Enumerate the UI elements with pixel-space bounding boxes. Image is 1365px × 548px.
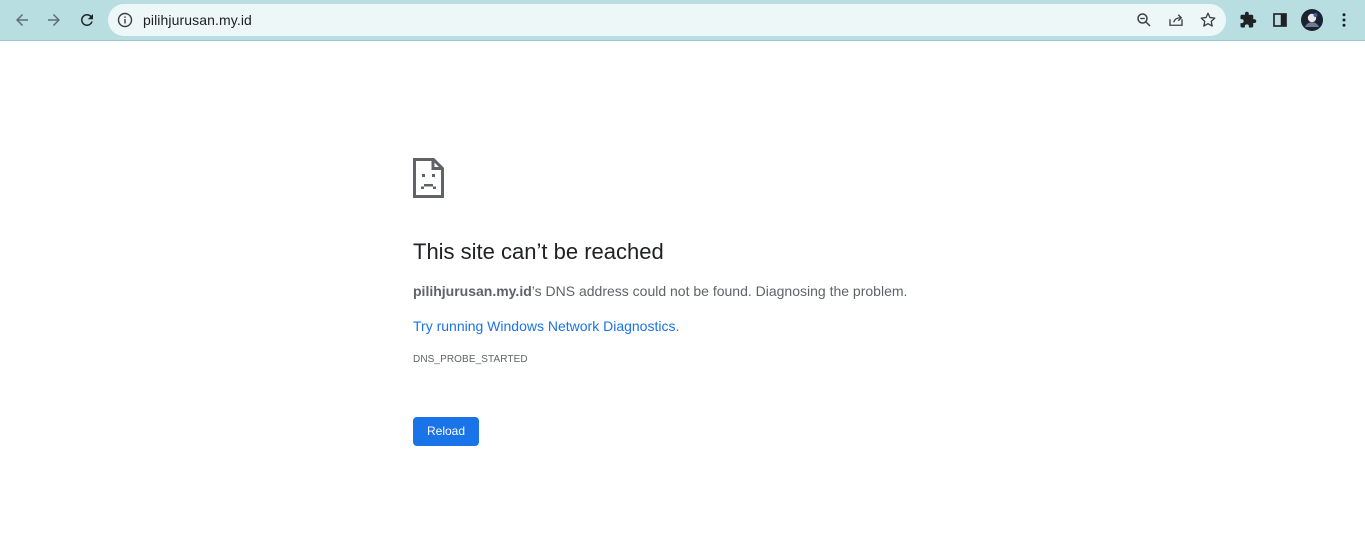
error-host: pilihjurusan.my.id	[413, 283, 532, 299]
back-button[interactable]	[7, 5, 37, 35]
error-description: pilihjurusan.my.id’s DNS address could n…	[413, 282, 907, 300]
forward-button[interactable]	[39, 5, 69, 35]
reload-button[interactable]: Reload	[413, 417, 479, 446]
forward-arrow-icon	[48, 14, 60, 26]
side-panel-icon	[1273, 13, 1287, 27]
share-icon[interactable]	[1166, 10, 1186, 30]
reload-page-button[interactable]	[72, 5, 102, 35]
error-title: This site can’t be reached	[413, 239, 664, 264]
more-menu-icon	[1342, 13, 1346, 27]
address-bar[interactable]: pilihjurusan.my.id	[108, 4, 1226, 36]
error-code: DNS_PROBE_STARTED	[413, 354, 528, 365]
side-panel-button[interactable]	[1265, 5, 1295, 35]
more-menu-button[interactable]	[1329, 5, 1359, 35]
profile-button[interactable]	[1297, 5, 1327, 35]
url-text[interactable]: pilihjurusan.my.id	[143, 12, 252, 28]
extensions-button[interactable]	[1233, 5, 1263, 35]
extensions-puzzle-icon	[1240, 11, 1257, 28]
reload-icon	[80, 13, 93, 26]
back-arrow-icon	[16, 14, 28, 26]
site-info-icon[interactable]	[117, 12, 133, 28]
profile-avatar	[1301, 9, 1323, 31]
error-message: ’s DNS address could not be found. Diagn…	[531, 283, 908, 299]
bookmark-star-icon[interactable]	[1198, 10, 1218, 30]
sad-page-icon	[413, 158, 444, 198]
network-diagnostics-link[interactable]: Try running Windows Network Diagnostics.	[413, 317, 679, 335]
browser-toolbar: pilihjurusan.my.id	[0, 0, 1365, 41]
zoom-icon[interactable]	[1134, 10, 1154, 30]
